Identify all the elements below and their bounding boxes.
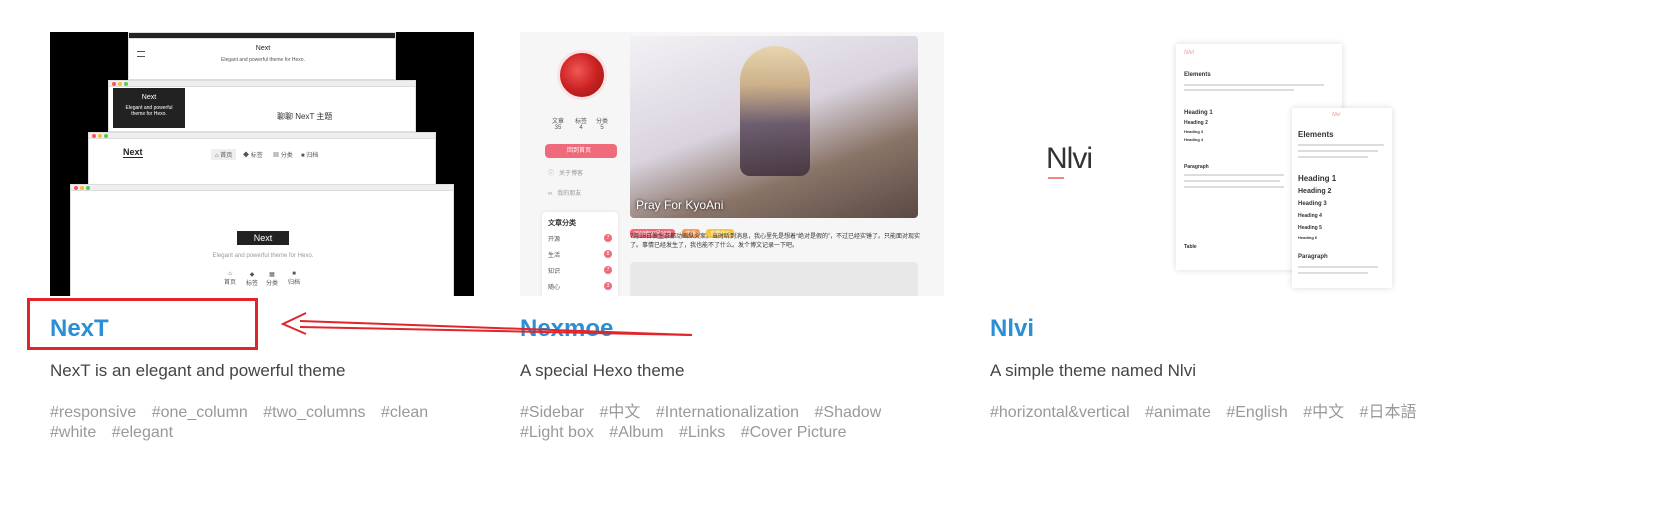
- annotation-arrow: [280, 312, 693, 336]
